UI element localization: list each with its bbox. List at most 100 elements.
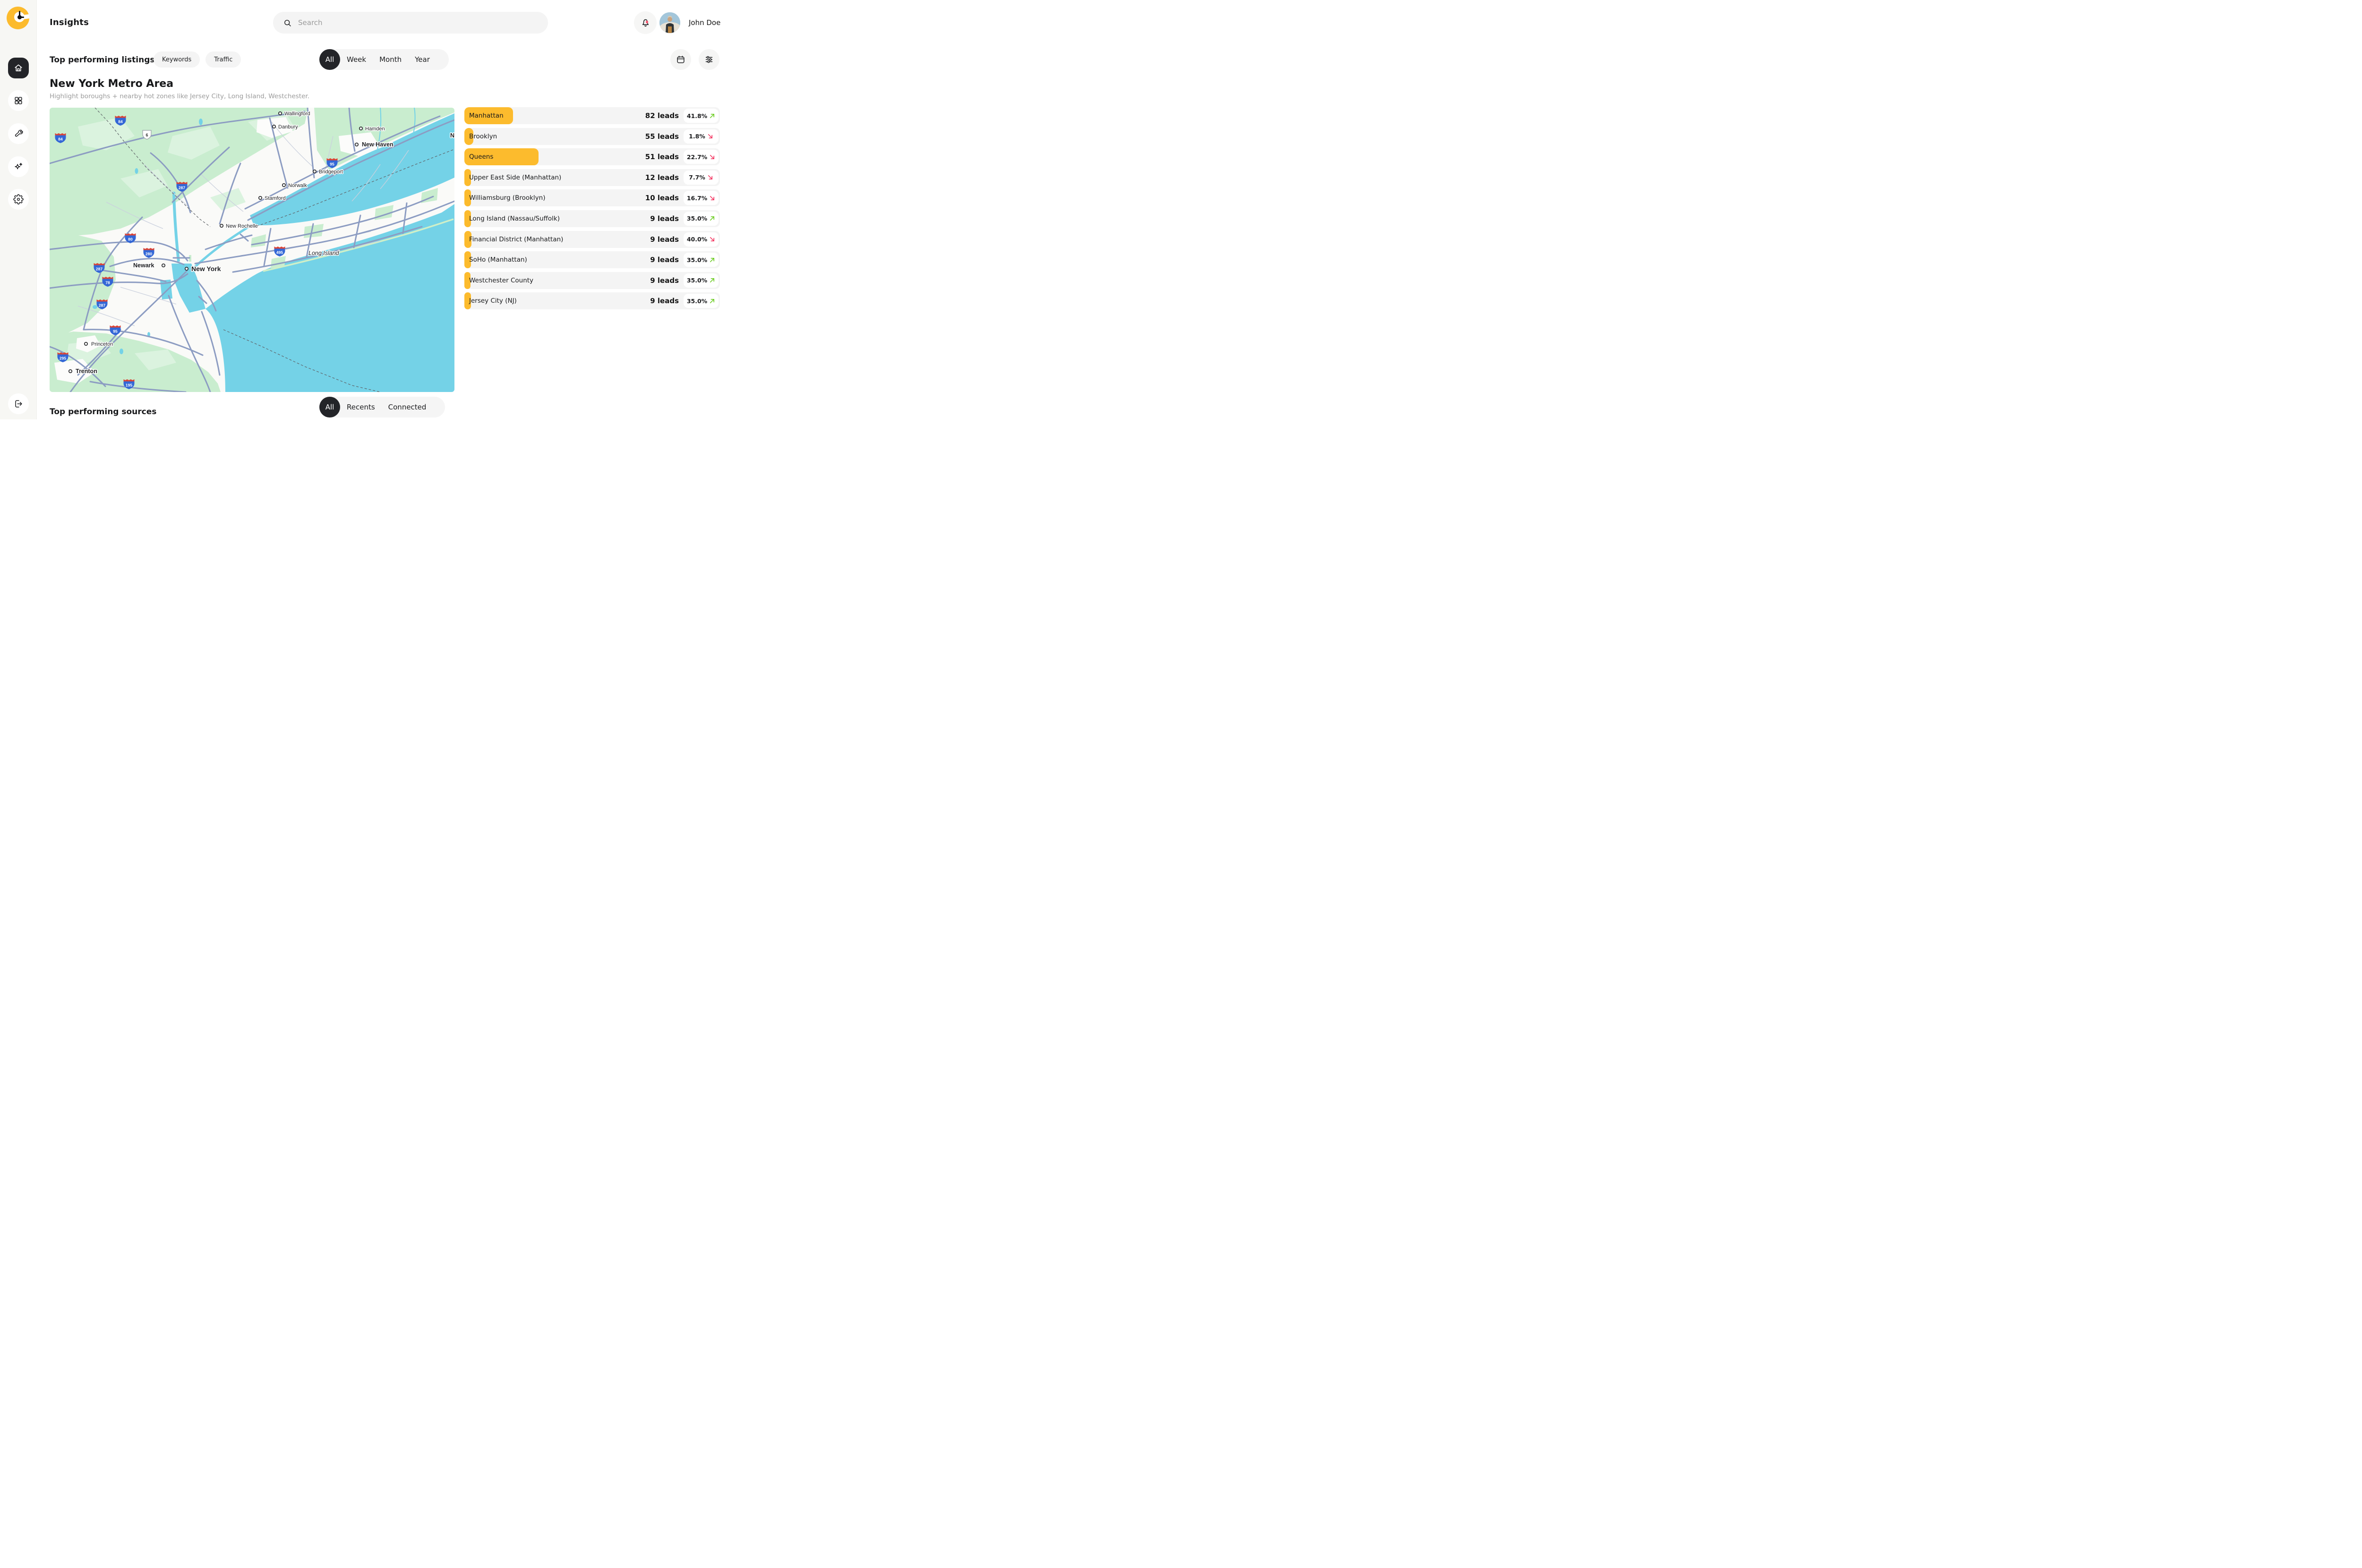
lead-row-long-island-nassau-suffolk-[interactable]: Long Island (Nassau/Suffolk) 9 leads 35.… <box>464 210 720 227</box>
svg-text:287: 287 <box>179 186 185 190</box>
tab-listings-week[interactable]: Week <box>340 55 373 64</box>
lead-trend-badge: 35.0% <box>684 253 719 267</box>
lead-row-westchester-county[interactable]: Westchester County 9 leads 35.0% <box>464 272 720 289</box>
lead-label: Financial District (Manhattan) <box>469 236 563 243</box>
map-label-new-rochelle: New Rochelle <box>226 223 258 229</box>
tab-listings-year[interactable]: Year <box>408 55 436 64</box>
insights-page: Insights John Doe Top performing listing… <box>0 0 727 419</box>
lead-label: Queens <box>469 153 493 161</box>
svg-text:95: 95 <box>330 162 334 167</box>
tab-sources-all[interactable]: All <box>319 397 340 418</box>
lead-label: SoHo (Manhattan) <box>469 256 527 264</box>
sidebar-item-logout[interactable] <box>8 393 29 414</box>
lead-pct: 41.8% <box>687 112 707 119</box>
lead-row-queens[interactable]: Queens 51 leads 22.7% <box>464 148 720 165</box>
lead-pct: 35.0% <box>687 256 707 264</box>
lead-count: 51 leads <box>645 153 679 161</box>
tab-listings-month[interactable]: Month <box>373 55 408 64</box>
lead-label: Westchester County <box>469 277 533 284</box>
lead-label: Brooklyn <box>469 133 497 140</box>
lead-label: Upper East Side (Manhattan) <box>469 174 561 181</box>
svg-text:195: 195 <box>126 383 132 388</box>
notifications-button[interactable] <box>634 11 657 34</box>
tab-sources-recents[interactable]: Recents <box>340 403 382 411</box>
lead-trend-badge: 35.0% <box>684 212 719 226</box>
svg-text:287: 287 <box>96 267 103 272</box>
chip-traffic[interactable]: Traffic <box>205 51 241 68</box>
map-label-newark: Newark <box>133 262 154 269</box>
svg-text:78: 78 <box>105 281 110 285</box>
lead-trend-badge: 22.7% <box>684 150 719 164</box>
region-subheading: Highlight boroughs + nearby hot zones li… <box>50 93 309 100</box>
sidebar-item-ai-assist[interactable] <box>8 156 29 177</box>
svg-text:295: 295 <box>60 356 66 361</box>
lead-pct: 35.0% <box>687 298 707 305</box>
lead-trend-badge: 16.7% <box>684 191 719 205</box>
svg-text:495: 495 <box>276 250 283 255</box>
lead-row-soho-manhattan-[interactable]: SoHo (Manhattan) 9 leads 35.0% <box>464 251 720 268</box>
notification-dot <box>646 20 648 23</box>
trend-arrow-icon <box>709 215 715 222</box>
tab-sources-connected[interactable]: Connected <box>382 403 433 411</box>
lead-row-williamsburg-brooklyn-[interactable]: Williamsburg (Brooklyn) 10 leads 16.7% <box>464 189 720 206</box>
trend-arrow-icon <box>709 113 715 119</box>
trend-arrow-icon <box>709 154 715 160</box>
lead-pct: 16.7% <box>687 195 707 202</box>
sidebar-item-tools[interactable] <box>8 123 29 144</box>
lead-pct: 35.0% <box>687 277 707 284</box>
svg-text:95: 95 <box>113 329 118 334</box>
leads-list: Manhattan 82 leads 41.8% Brooklyn 55 lea… <box>464 107 720 309</box>
lead-trend-badge: 1.8% <box>684 129 719 144</box>
calendar-button[interactable] <box>670 49 691 70</box>
lead-row-manhattan[interactable]: Manhattan 82 leads 41.8% <box>464 107 720 124</box>
tab-listings-all[interactable]: All <box>319 49 340 70</box>
trend-arrow-icon <box>709 257 715 263</box>
lead-row-financial-district-manhattan-[interactable]: Financial District (Manhattan) 9 leads 4… <box>464 231 720 248</box>
map-label-hamden: Hamden <box>365 126 385 132</box>
region-heading: New York Metro Area <box>50 78 173 90</box>
wrench-icon <box>13 128 24 139</box>
sidebar-item-settings[interactable] <box>8 189 29 210</box>
svg-text:80: 80 <box>128 237 133 242</box>
bell-icon <box>640 17 651 28</box>
map-label-princeton: Princeton <box>91 341 113 347</box>
user-name: John Doe <box>689 18 720 27</box>
lead-trend-badge: 41.8% <box>684 109 719 123</box>
lead-count: 12 leads <box>645 173 679 182</box>
lead-label: Williamsburg (Brooklyn) <box>469 194 546 202</box>
lead-label: Jersey City (NJ) <box>469 297 517 305</box>
lead-trend-badge: 40.0% <box>684 232 719 247</box>
trend-arrow-icon <box>709 236 715 242</box>
listings-section-title: Top performing listings <box>50 55 155 65</box>
page-title: Insights <box>50 17 89 27</box>
avatar[interactable] <box>659 12 680 33</box>
listings-chips: Keywords Traffic <box>154 51 241 68</box>
app-logo-clock-icon[interactable] <box>7 7 29 29</box>
sidebar-item-dashboard[interactable] <box>8 90 29 111</box>
search-bar <box>273 12 548 34</box>
lead-count: 9 leads <box>650 276 679 285</box>
search-input[interactable] <box>297 18 526 27</box>
map-label-norwalk: Norwalk <box>288 183 307 188</box>
map-label-bridgeport: Bridgeport <box>319 169 343 175</box>
lead-trend-badge: 35.0% <box>684 273 719 288</box>
sliders-icon <box>704 54 714 65</box>
chip-keywords[interactable]: Keywords <box>154 51 200 68</box>
trend-arrow-icon <box>707 133 713 139</box>
lead-count: 55 leads <box>645 132 679 141</box>
lead-count: 9 leads <box>650 297 679 305</box>
svg-text:280: 280 <box>145 252 152 256</box>
lead-row-jersey-city-nj-[interactable]: Jersey City (NJ) 9 leads 35.0% <box>464 292 720 309</box>
sidebar-item-home[interactable] <box>8 58 29 78</box>
lead-count: 9 leads <box>650 256 679 264</box>
map-label-danbury: Danbury <box>278 124 298 130</box>
logout-icon <box>13 399 24 409</box>
lead-label: Manhattan <box>469 112 504 119</box>
map-new-york-metro[interactable]: 8484695287802802877828795295195495Wallin… <box>50 108 454 392</box>
lead-pct: 22.7% <box>687 153 707 161</box>
lead-row-brooklyn[interactable]: Brooklyn 55 leads 1.8% <box>464 128 720 145</box>
filter-button[interactable] <box>699 49 719 70</box>
lead-row-upper-east-side-manhattan-[interactable]: Upper East Side (Manhattan) 12 leads 7.7… <box>464 169 720 186</box>
grid-icon <box>13 95 24 106</box>
trend-arrow-icon <box>709 298 715 304</box>
